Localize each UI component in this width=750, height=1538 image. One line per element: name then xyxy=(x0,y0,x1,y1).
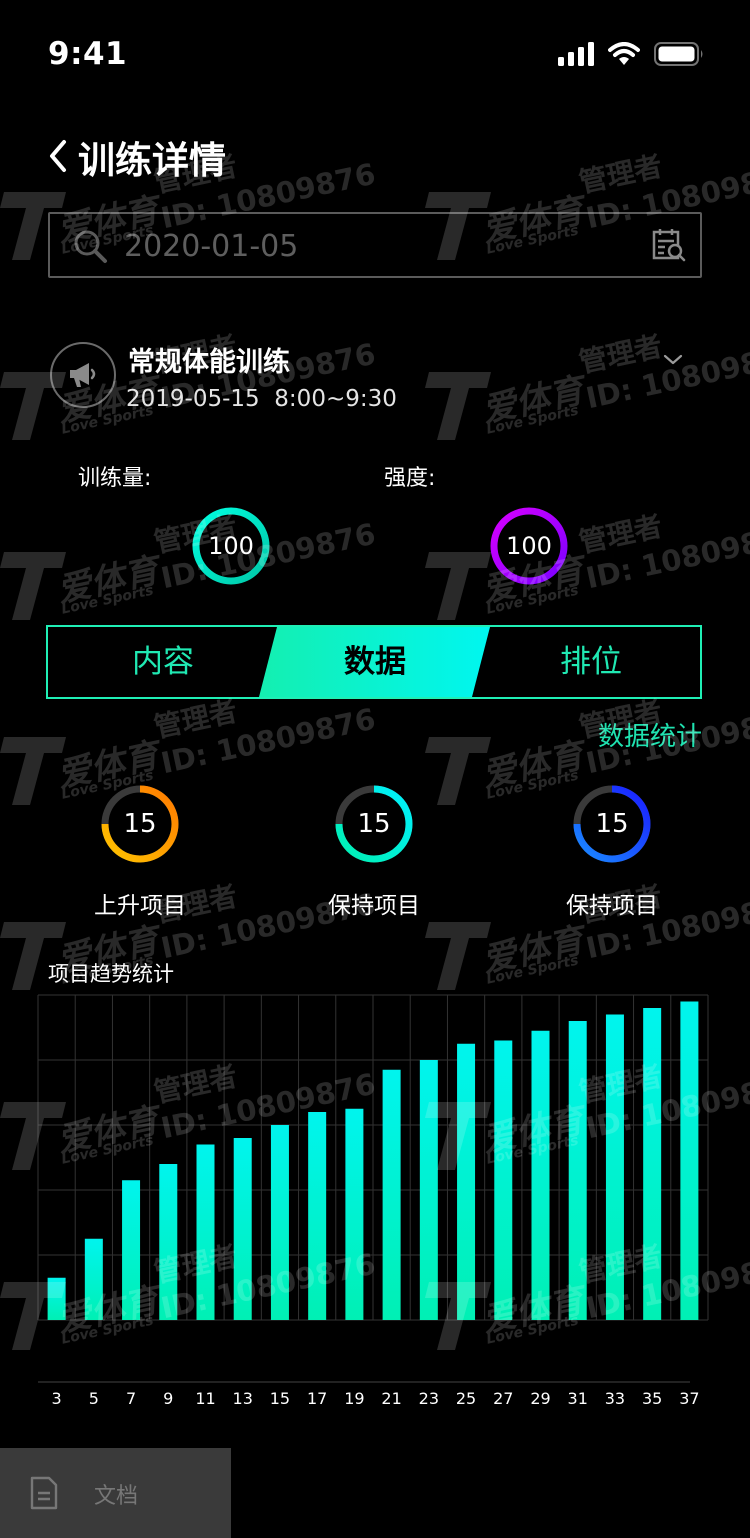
x-tick-label: 13 xyxy=(233,1389,253,1408)
x-tick-label: 29 xyxy=(530,1389,550,1408)
training-volume-label: 训练量: xyxy=(78,466,152,491)
document-icon xyxy=(30,1476,58,1510)
chart-bar xyxy=(196,1144,215,1320)
chevron-down-icon[interactable] xyxy=(662,348,684,370)
x-tick-label: 23 xyxy=(419,1389,439,1408)
data-statistics-link[interactable]: 数据统计 xyxy=(598,716,702,753)
intensity-ring: 100 xyxy=(489,506,569,586)
chart-bar xyxy=(605,1014,624,1320)
status-bar: 9:41 xyxy=(0,0,750,100)
session-datetime: 2019-05-15 8:00~9:30 xyxy=(126,386,397,412)
session-time-range: 8:00~9:30 xyxy=(274,386,397,412)
document-tab-label: 文档 xyxy=(94,1484,139,1509)
stat-label: 保持项目 xyxy=(566,893,658,919)
x-tick-label: 33 xyxy=(605,1389,625,1408)
intensity-value: 100 xyxy=(506,532,552,560)
stat-maintained-items: 15 保持项目 xyxy=(294,784,454,920)
watermark-brand-en: Love Sports xyxy=(485,952,580,988)
x-tick-label: 27 xyxy=(493,1389,513,1408)
chart-bar xyxy=(47,1277,66,1320)
x-tick-label: 25 xyxy=(456,1389,476,1408)
document-tab[interactable]: 文档 xyxy=(0,1448,231,1538)
chart-bar xyxy=(270,1125,289,1320)
chart-bar xyxy=(345,1108,364,1320)
training-session-card: 常规体能训练 2019-05-15 8:00~9:30 xyxy=(48,338,702,418)
training-volume-value: 100 xyxy=(208,532,254,560)
brand-logo-icon xyxy=(0,552,66,620)
x-tick-label: 7 xyxy=(126,1389,136,1408)
stat-label: 上升项目 xyxy=(94,893,186,919)
segmented-tabs: 内容 数据 排位 xyxy=(46,625,702,699)
chart-bar xyxy=(568,1021,587,1320)
chart-bar xyxy=(419,1060,438,1320)
status-time: 9:41 xyxy=(48,36,128,72)
date-search-bar xyxy=(48,212,702,278)
training-volume-ring: 100 xyxy=(191,506,271,586)
x-tick-label: 17 xyxy=(307,1389,327,1408)
calendar-search-icon[interactable] xyxy=(652,228,686,262)
status-icons xyxy=(558,40,704,68)
x-tick-label: 3 xyxy=(52,1389,62,1408)
chart-bar xyxy=(308,1112,327,1320)
x-tick-label: 31 xyxy=(568,1389,588,1408)
x-tick-label: 21 xyxy=(381,1389,401,1408)
stat-maintained-items-2: 15 保持项目 xyxy=(532,784,692,920)
session-title: 常规体能训练 xyxy=(128,347,290,378)
tab-content[interactable]: 内容 xyxy=(48,627,278,697)
brand-logo-icon xyxy=(425,922,491,990)
stat-value: 15 xyxy=(123,809,157,839)
back-button[interactable] xyxy=(40,136,76,176)
nav-bar: 训练详情 xyxy=(0,120,750,190)
x-tick-label: 5 xyxy=(89,1389,99,1408)
watermark-brand: 爱体育 xyxy=(53,550,162,611)
chevron-left-icon xyxy=(50,140,66,172)
megaphone-icon xyxy=(70,363,96,387)
watermark-brand-en: Love Sports xyxy=(60,582,155,618)
stat-rising-items: 15 上升项目 xyxy=(60,784,220,920)
chart-bar xyxy=(680,1001,699,1320)
x-tick-label: 19 xyxy=(344,1389,364,1408)
stat-value: 15 xyxy=(595,809,629,839)
watermark-id: ID: 10809876 xyxy=(158,701,379,781)
cellular-signal-icon xyxy=(558,42,594,66)
x-tick-label: 11 xyxy=(195,1389,215,1408)
watermark-brand: 爱体育 xyxy=(478,920,587,981)
battery-icon xyxy=(654,42,703,66)
session-avatar xyxy=(50,342,116,408)
wifi-icon xyxy=(608,42,640,65)
stat-value: 15 xyxy=(357,809,391,839)
chart-bar xyxy=(494,1040,513,1320)
watermark-id: ID: 10809876 xyxy=(583,516,750,596)
x-tick-label: 37 xyxy=(679,1389,699,1408)
intensity-label: 强度: xyxy=(384,466,436,491)
x-tick-label: 9 xyxy=(163,1389,173,1408)
tab-ranking[interactable]: 排位 xyxy=(482,627,700,697)
tab-data[interactable]: 数据 xyxy=(268,627,482,697)
page-title: 训练详情 xyxy=(78,139,226,182)
chart-bar xyxy=(122,1180,141,1320)
watermark-brand-en: Love Sports xyxy=(485,582,580,618)
chart-bar xyxy=(531,1030,550,1320)
chart-title: 项目趋势统计 xyxy=(48,962,174,986)
session-date: 2019-05-15 xyxy=(126,386,260,412)
watermark-role: 管理者 xyxy=(576,509,666,560)
chart-bar xyxy=(159,1164,178,1320)
x-tick-label: 35 xyxy=(642,1389,662,1408)
x-tick-label: 15 xyxy=(270,1389,290,1408)
chart-bar xyxy=(84,1238,103,1320)
chart-bar xyxy=(233,1138,252,1320)
stat-label: 保持项目 xyxy=(328,893,420,919)
stat-ring: 15 xyxy=(572,784,652,864)
search-icon xyxy=(74,230,107,263)
stat-ring: 15 xyxy=(100,784,180,864)
stat-ring: 15 xyxy=(334,784,414,864)
brand-logo-icon xyxy=(425,552,491,620)
chart-bar xyxy=(382,1069,401,1320)
date-search-input[interactable] xyxy=(124,224,624,268)
trend-bar-chart: 3 5 7 9 11 13 15 17 19 21 23 25 27 29 31 33 35 37 xyxy=(37,994,709,1408)
chart-bar xyxy=(643,1008,662,1320)
chart-bar xyxy=(457,1043,476,1320)
